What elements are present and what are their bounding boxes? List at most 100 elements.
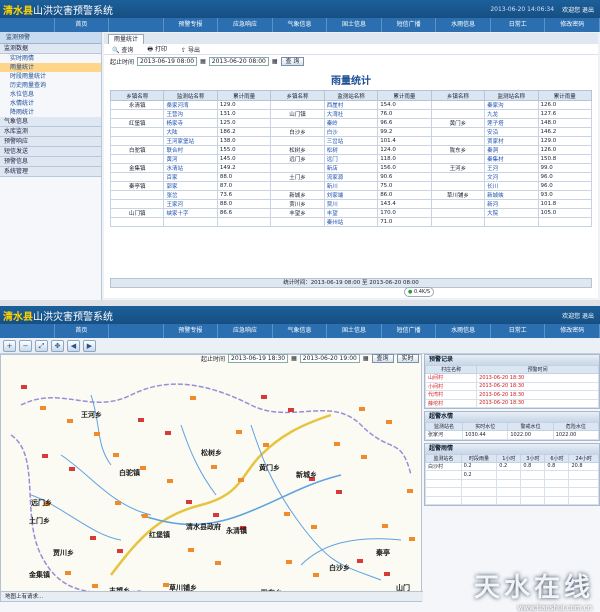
nav-item[interactable]: 气象信息 (273, 18, 328, 32)
user-links[interactable]: 欢迎您 退出 (562, 5, 600, 14)
sidebar-group[interactable]: 短信发送 (0, 147, 101, 157)
station-marker[interactable] (261, 395, 267, 399)
station-marker[interactable] (90, 536, 96, 540)
station-cell[interactable]: 远门 (323, 154, 379, 164)
station-marker[interactable] (190, 396, 196, 400)
nav-item[interactable]: 水雨信息 (436, 18, 491, 32)
table-row[interactable] (425, 487, 599, 497)
station-cell[interactable]: 安沿 (484, 127, 539, 137)
station-marker[interactable] (359, 407, 365, 411)
station-cell[interactable]: 百家 (163, 172, 218, 182)
station-cell[interactable]: 丰望 (323, 208, 379, 218)
nav-item[interactable]: 国土信息 (327, 324, 382, 338)
station-marker[interactable] (94, 432, 100, 436)
station-cell[interactable]: 莲子塔 (484, 118, 539, 128)
nav-item[interactable]: 气象信息 (273, 324, 328, 338)
sidebar-group[interactable]: 监测数据 (0, 44, 101, 54)
station-cell[interactable]: 秦岭 (323, 118, 379, 128)
station-marker[interactable] (236, 430, 242, 434)
station-marker[interactable] (386, 420, 392, 424)
station-cell[interactable]: 秦家沟 (484, 100, 539, 110)
nav-item[interactable]: 预警专报 (164, 324, 219, 338)
query-button[interactable]: 查 询 (280, 57, 305, 66)
station-cell[interactable]: 贾家村 (484, 136, 539, 146)
nav-item[interactable]: 首页 (55, 18, 110, 32)
station-marker[interactable] (357, 559, 363, 563)
station-cell[interactable]: 张岔 (163, 190, 218, 200)
calendar-icon[interactable]: ▦ (272, 58, 278, 65)
realtime-button[interactable]: 实时 (396, 354, 419, 363)
table-row[interactable]: 山间村 2013-06-20 18:30 (424, 373, 599, 383)
nav-item[interactable]: 应急响应 (218, 324, 273, 338)
forward-icon[interactable]: ▶ (83, 339, 96, 352)
station-cell[interactable]: 新河 (484, 199, 539, 209)
station-marker[interactable] (361, 455, 367, 459)
station-marker[interactable] (382, 524, 388, 528)
station-cell[interactable]: 秦州站 (323, 217, 379, 227)
nav-item[interactable]: 国土信息 (327, 18, 382, 32)
station-cell[interactable]: 王营沟 (163, 109, 218, 119)
station-cell[interactable] (163, 217, 218, 227)
station-cell[interactable]: 长川 (484, 181, 539, 191)
station-marker[interactable] (113, 453, 119, 457)
sidebar-item[interactable]: 时段雨量统计 (0, 72, 101, 81)
station-cell[interactable]: 松树 (323, 145, 379, 155)
table-row[interactable]: 小间村 2013-06-20 18:30 (424, 381, 599, 391)
station-marker[interactable] (140, 466, 146, 470)
start-time-input[interactable]: 2013-06-19 08:00 (137, 57, 198, 66)
sidebar-group[interactable]: 气象信息 (0, 117, 101, 127)
station-marker[interactable] (284, 512, 290, 516)
zoom-out-icon[interactable]: − (19, 339, 32, 352)
query-tool-button[interactable]: 🔍 查询 (112, 45, 133, 54)
station-cell[interactable]: 峡家十字 (163, 208, 218, 218)
nav-item[interactable]: 短信广播 (382, 324, 437, 338)
station-marker[interactable] (117, 549, 123, 553)
sidebar-group[interactable]: 水库监测 (0, 127, 101, 137)
end-time-input[interactable]: 2013-06-20 08:00 (208, 57, 269, 66)
station-cell[interactable]: 郭家 (163, 181, 218, 191)
station-cell[interactable]: 桑家河湾 (163, 100, 218, 110)
sidebar-item[interactable]: 雨量统计 (0, 63, 101, 72)
station-marker[interactable] (407, 489, 413, 493)
station-cell[interactable]: 大陆 (163, 127, 218, 137)
station-marker[interactable] (40, 406, 46, 410)
station-cell[interactable]: 新川 (323, 181, 379, 191)
sidebar-group[interactable]: 预警信息 (0, 157, 101, 167)
nav-item[interactable] (109, 18, 164, 32)
query-button[interactable]: 查询 (371, 354, 394, 363)
user-links[interactable]: 欢迎您 退出 (562, 311, 600, 320)
nav-item[interactable] (109, 324, 164, 338)
tab-rain-statistics[interactable]: 雨量统计 (108, 34, 145, 44)
table-row[interactable]: 代湾村 2013-06-20 18:30 (424, 390, 599, 400)
station-cell[interactable]: 王河 (484, 163, 539, 173)
nav-item[interactable]: 应急响应 (218, 18, 273, 32)
station-cell[interactable]: 贾川 (323, 199, 379, 209)
station-marker[interactable] (138, 418, 144, 422)
station-cell[interactable]: 西崖村 (323, 100, 379, 110)
sidebar-group[interactable]: 预警响应 (0, 137, 101, 147)
station-marker[interactable] (186, 500, 192, 504)
station-cell[interactable]: 王河家堡站 (163, 136, 218, 146)
station-marker[interactable] (142, 514, 148, 518)
start-time-input[interactable]: 2013-06-19 18:30 (228, 354, 289, 363)
station-cell[interactable]: 王家河 (163, 199, 218, 209)
station-marker[interactable] (65, 571, 71, 575)
station-cell[interactable]: 大湾社 (323, 109, 379, 119)
sidebar-item[interactable]: 水位信息 (0, 90, 101, 99)
station-cell[interactable]: 九龙 (484, 109, 539, 119)
station-cell[interactable]: 水清站 (163, 163, 218, 173)
calendar-icon[interactable]: ▦ (200, 58, 206, 65)
pan-icon[interactable]: ✥ (51, 339, 64, 352)
station-marker[interactable] (42, 454, 48, 458)
station-marker[interactable] (263, 443, 269, 447)
nav-item[interactable]: 修改密码 (545, 324, 600, 338)
table-row[interactable] (425, 478, 599, 488)
station-marker[interactable] (313, 573, 319, 577)
station-cell[interactable]: 新店 (323, 163, 379, 173)
station-cell[interactable]: 联合村 (163, 145, 218, 155)
sidebar-group[interactable]: 系统管理 (0, 167, 101, 177)
station-cell[interactable]: 三岔站 (323, 136, 379, 146)
station-marker[interactable] (92, 584, 98, 588)
station-marker[interactable] (286, 560, 292, 564)
back-icon[interactable]: ◀ (67, 339, 80, 352)
